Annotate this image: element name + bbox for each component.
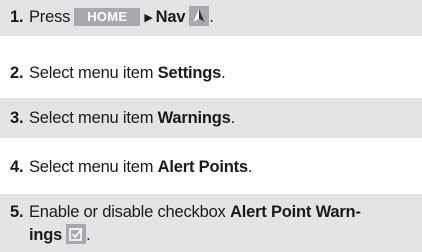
step-number: 2.	[10, 64, 24, 82]
step-number: 3.	[10, 109, 24, 127]
step-period: .	[221, 64, 226, 82]
step-4: 4. Select menu item Alert Points.	[0, 156, 422, 178]
step-text: Press	[29, 8, 71, 26]
checkbox-name-line1: Alert Point Warn-	[230, 203, 361, 221]
step-text: Enable or disable checkbox	[29, 203, 226, 221]
step-period: .	[86, 226, 91, 244]
step-number: 1.	[10, 8, 24, 26]
step-2: 2. Select menu item Settings.	[0, 62, 422, 84]
nav-label: Nav	[155, 8, 186, 26]
checkbox-checked-icon	[66, 224, 87, 244]
arrow-right-icon: ▶	[144, 12, 153, 24]
step-period: .	[230, 109, 236, 127]
menu-item-warnings: Warnings	[157, 109, 231, 127]
step-number: 4.	[10, 158, 24, 176]
checkbox-name-line2: ings	[29, 226, 63, 244]
menu-item-settings: Settings	[157, 64, 222, 82]
nav-arrow-icon	[189, 6, 210, 26]
step-period: .	[209, 8, 214, 26]
step-5: 5. Enable or disable checkbox Alert Point…	[0, 194, 422, 252]
step-period: .	[247, 158, 253, 176]
step-1: 1. Press HOME ▶ Nav.	[0, 0, 422, 36]
instruction-steps: 1. Press HOME ▶ Nav. 2. Select menu item Sett…	[0, 0, 422, 252]
step-number: 5.	[10, 203, 24, 221]
menu-item-alert-points: Alert Points	[157, 158, 248, 176]
step-text: Select menu item	[29, 158, 154, 176]
home-button: HOME	[74, 8, 141, 26]
step-text: Select menu item	[29, 64, 154, 82]
step-text: Select menu item	[29, 109, 154, 127]
step-3: 3. Select menu item Warnings.	[0, 98, 422, 138]
step-line-2: ings.	[10, 224, 412, 247]
